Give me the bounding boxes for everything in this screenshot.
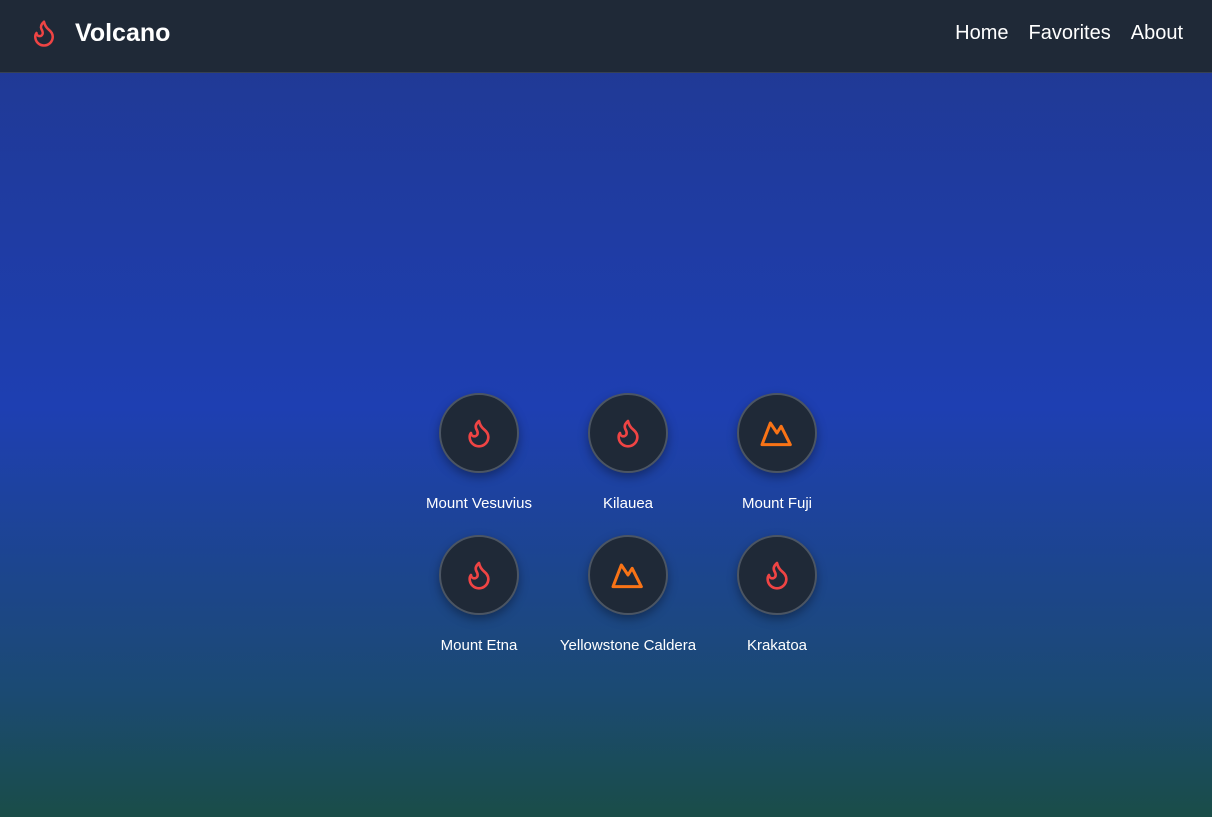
volcano-icon-button[interactable]: [588, 535, 668, 615]
volcano-icon-button[interactable]: [588, 393, 668, 473]
top-navbar: Volcano Home Favorites About: [0, 0, 1212, 73]
volcano-name: Mount Fuji: [741, 495, 813, 512]
flame-icon: [34, 20, 54, 47]
flame-icon: [766, 561, 788, 590]
flame-icon: [468, 561, 490, 590]
volcano-tile-krakatoa[interactable]: Krakatoa: [717, 535, 837, 655]
volcano-name: Mount Vesuvius: [426, 495, 532, 512]
volcano-name: Kilauea: [602, 495, 654, 512]
volcano-tile-mount-vesuvius[interactable]: Mount Vesuvius: [419, 393, 539, 513]
flame-icon: [617, 419, 639, 448]
nav-link-about[interactable]: About: [1131, 20, 1183, 46]
nav-link-favorites[interactable]: Favorites: [1028, 20, 1110, 46]
volcano-name: Yellowstone Caldera: [559, 637, 697, 654]
app-title: Volcano: [75, 19, 171, 47]
volcano-icon-button[interactable]: [439, 535, 519, 615]
mountain-icon: [760, 421, 792, 447]
volcano-icon-button[interactable]: [737, 393, 817, 473]
brand[interactable]: Volcano: [29, 15, 170, 51]
volcano-tile-yellowstone-caldera[interactable]: Yellowstone Caldera: [560, 535, 696, 655]
volcano-icon-button[interactable]: [439, 393, 519, 473]
nav-links: Home Favorites About: [955, 20, 1183, 46]
nav-link-home[interactable]: Home: [955, 20, 1008, 46]
flame-icon: [468, 419, 490, 448]
volcano-grid: Mount Vesuvius Kilauea Mount Fuji Mount …: [419, 393, 817, 655]
volcano-tile-mount-fuji[interactable]: Mount Fuji: [717, 393, 837, 513]
volcano-name: Mount Etna: [440, 637, 518, 654]
volcano-tile-kilauea[interactable]: Kilauea: [568, 393, 688, 513]
volcano-tile-mount-etna[interactable]: Mount Etna: [419, 535, 539, 655]
volcano-name: Krakatoa: [746, 637, 808, 654]
volcano-icon-button[interactable]: [737, 535, 817, 615]
mountain-icon: [611, 563, 643, 589]
